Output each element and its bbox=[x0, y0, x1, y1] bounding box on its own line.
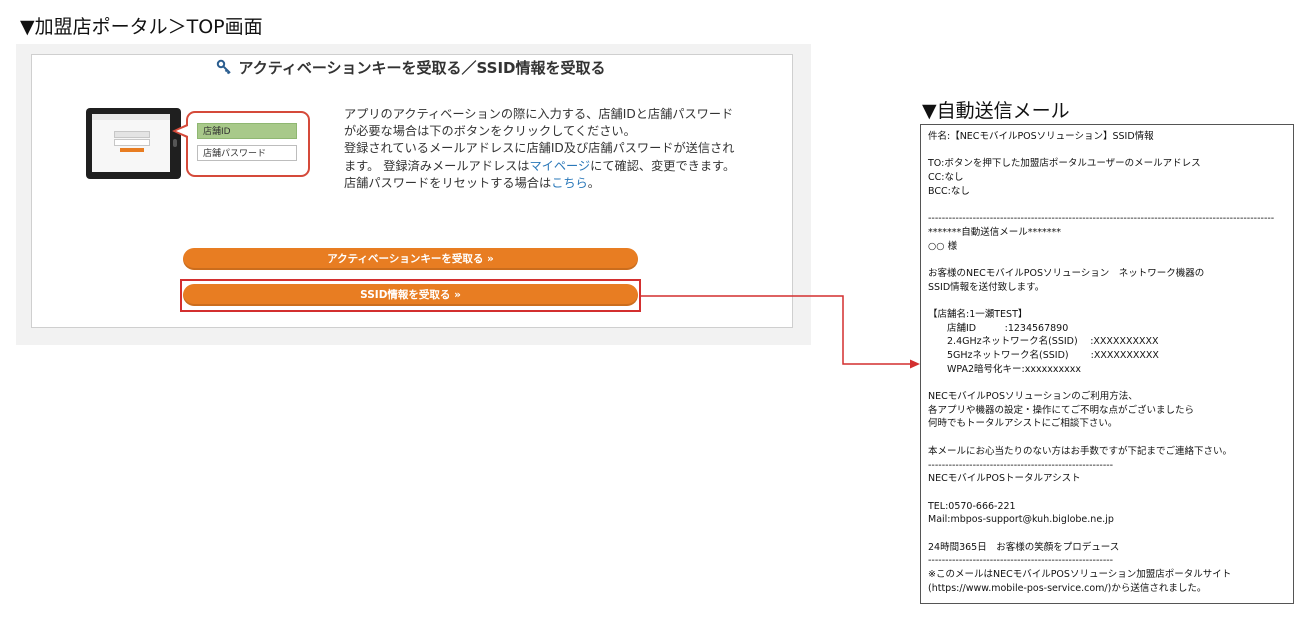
mail-line: 2.4GHzネットワーク名(SSID) :XXXXXXXXXX bbox=[928, 336, 1159, 348]
mail-line: BCC:なし bbox=[928, 185, 970, 197]
mail-line: (https://www.mobile-pos-service.com/)から送… bbox=[928, 582, 1207, 594]
mail-line: 本メールにお心当たりのない方はお手数ですが下記までご連絡下さい。 bbox=[928, 445, 1233, 457]
mail-line: 何時でもトータルアシストにご相談下さい。 bbox=[928, 418, 1118, 430]
mail-line: NECモバイルPOSソリューションのご利用方法、 bbox=[928, 391, 1138, 403]
mail-line bbox=[928, 376, 1290, 390]
mail-line bbox=[928, 144, 1290, 158]
mail-line bbox=[928, 198, 1290, 212]
mail-line: SSID情報を送付致します。 bbox=[928, 281, 1045, 293]
mail-line: 店舗ID :1234567890 bbox=[928, 322, 1069, 334]
mail-line: 各アプリや機器の設定・操作にてご不明な点がございましたら bbox=[928, 404, 1195, 416]
mail-line: 【店舗名:1一瀬TEST】 bbox=[928, 308, 1028, 320]
mail-line bbox=[928, 253, 1290, 267]
mail-line bbox=[928, 486, 1290, 500]
mail-line: 5GHzネットワーク名(SSID) :XXXXXXXXXX bbox=[928, 350, 1159, 361]
mail-line: TO:ボタンを押下した加盟店ポータルユーザーのメールアドレス bbox=[928, 158, 1201, 170]
mail-line: *******自動送信メール******* bbox=[928, 226, 1062, 238]
mail-line: 件名:【NECモバイルPOSソリューション】SSID情報 bbox=[928, 131, 1154, 142]
mail-line: WPA2暗号化キー:xxxxxxxxxx bbox=[928, 363, 1081, 375]
mail-line bbox=[928, 431, 1290, 445]
mail-line: お客様のNECモバイルPOSソリューション ネットワーク機器の bbox=[928, 267, 1205, 279]
auto-mail-body: 件名:【NECモバイルPOSソリューション】SSID情報 TO:ボタンを押下した加… bbox=[928, 130, 1290, 595]
auto-mail-section-title: ▼自動送信メール bbox=[922, 100, 1070, 122]
mail-line: ※このメールはNECモバイルPOSソリューション加盟店ポータルサイト bbox=[928, 569, 1232, 580]
mail-line: ----------------------------------------… bbox=[928, 555, 1114, 567]
mail-line: ----------------------------------------… bbox=[928, 459, 1114, 471]
mail-line bbox=[928, 527, 1290, 541]
mail-line: ----------------------------------------… bbox=[928, 213, 1275, 225]
mail-line: 24時間365日 お客様の笑顔をプロデュース bbox=[928, 541, 1120, 553]
mail-line: ○○ 様 bbox=[928, 240, 958, 252]
mail-line bbox=[928, 294, 1290, 308]
mail-line: CC:なし bbox=[928, 172, 964, 184]
mail-line: Mail:mbpos-support@kuh.biglobe.ne.jp bbox=[928, 514, 1114, 526]
mail-line: NECモバイルPOSトータルアシスト bbox=[928, 473, 1081, 485]
mail-line: TEL:0570-666-221 bbox=[928, 500, 1016, 512]
